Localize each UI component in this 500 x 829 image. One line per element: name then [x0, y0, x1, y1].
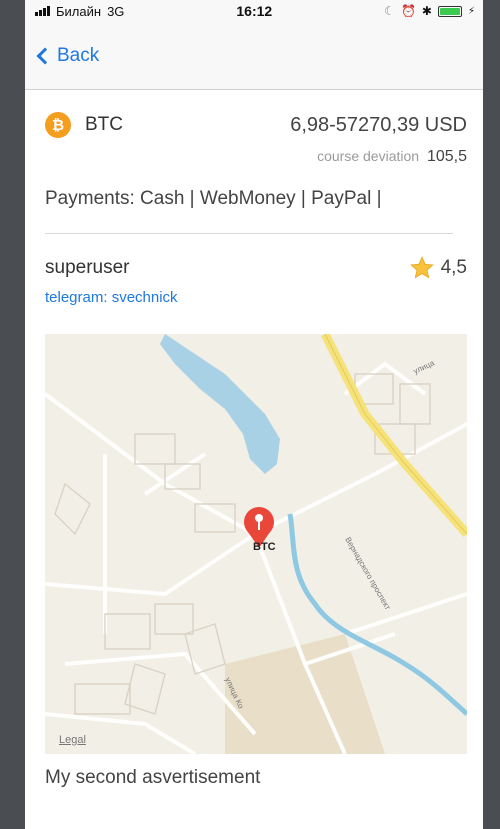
- user-rating: 4,5: [409, 255, 467, 281]
- navigation-bar: Back: [25, 22, 483, 90]
- battery-icon: [437, 5, 462, 17]
- background-right-panel: [483, 0, 500, 829]
- listing-header: ₿ BTC 6,98-57270,39 USD: [45, 112, 467, 138]
- divider: [45, 233, 453, 234]
- price-range: 6,98-57270,39 USD: [290, 113, 467, 136]
- deviation-value: 105,5: [426, 148, 467, 165]
- phone-screen: Билайн 3G 16:12 ☾ ⏰ ✱ ⚡ Back ₿ BTC 6,98-…: [25, 0, 483, 829]
- background-left-panel: [0, 0, 25, 829]
- alarm-icon: ⏰: [400, 4, 416, 18]
- pin-label: BTC: [253, 541, 276, 553]
- signal-icon: [35, 6, 50, 16]
- location-map[interactable]: улица Вернадского проспект улица Ко BTC …: [45, 334, 467, 754]
- rating-value: 4,5: [440, 257, 467, 278]
- street-label-1: улица: [412, 358, 436, 376]
- chevron-left-icon: [36, 47, 54, 64]
- charging-icon: ⚡: [467, 5, 475, 17]
- status-right: ☾ ⏰ ✱ ⚡: [384, 4, 475, 18]
- moon-icon: ☾: [384, 4, 395, 18]
- username: superuser: [45, 257, 130, 278]
- bitcoin-icon: ₿: [45, 112, 71, 138]
- bluetooth-icon: ✱: [421, 4, 432, 18]
- status-bar: Билайн 3G 16:12 ☾ ⏰ ✱ ⚡: [25, 0, 483, 22]
- status-left: Билайн 3G: [35, 4, 124, 19]
- deviation-label: course deviation: [317, 148, 420, 164]
- map-legal-link[interactable]: Legal: [59, 734, 86, 746]
- street-label-2: Вернадского проспект: [343, 536, 392, 612]
- back-label: Back: [57, 44, 100, 66]
- payment-methods: Payments: Cash | WebMoney | PayPal |: [45, 188, 382, 209]
- course-deviation: course deviation 105,5: [317, 148, 467, 166]
- coin-name: BTC: [85, 114, 123, 135]
- network-type: 3G: [107, 3, 125, 19]
- advertisement-description: My second asvertisement: [45, 767, 261, 788]
- back-button[interactable]: Back: [35, 45, 99, 67]
- carrier-name: Билайн: [56, 3, 102, 19]
- coin-info: ₿ BTC: [45, 112, 123, 138]
- telegram-link[interactable]: telegram: svechnick: [45, 289, 178, 306]
- status-time: 16:12: [236, 3, 273, 19]
- star-icon: [409, 256, 434, 279]
